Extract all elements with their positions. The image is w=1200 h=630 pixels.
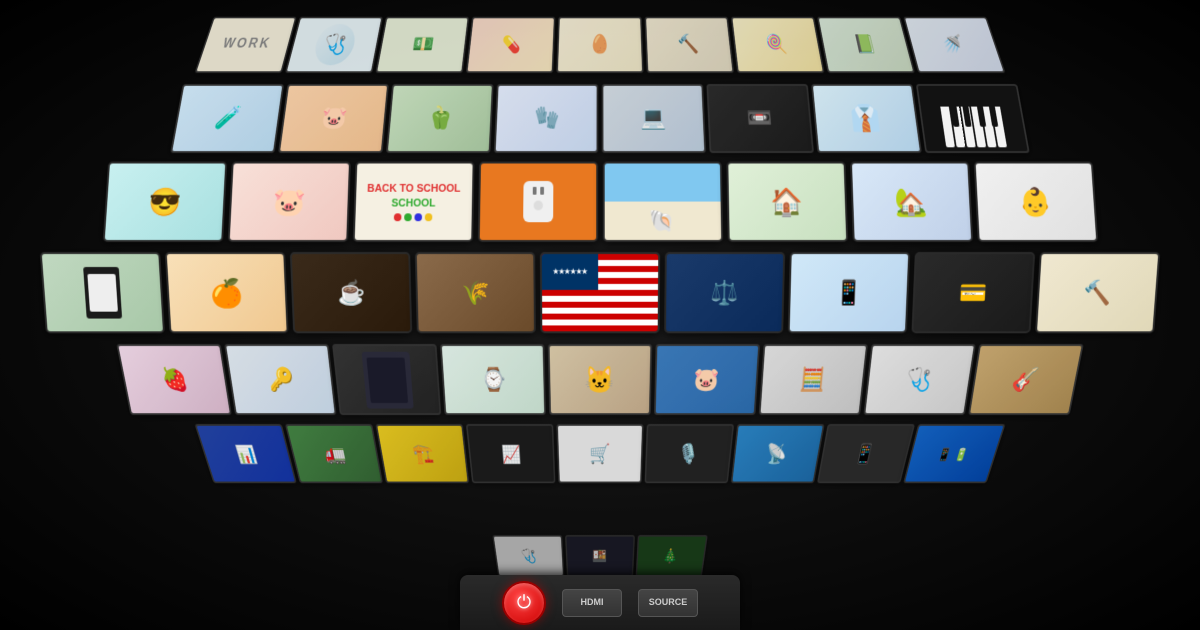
screen-stethoscope: 🩺: [863, 344, 975, 415]
screen-scale: 📊: [194, 424, 296, 483]
source-button[interactable]: SOURCE: [638, 589, 698, 617]
screen-piano: [916, 84, 1030, 153]
screen-medical: 🩺: [285, 17, 383, 73]
screen-phone-battery: 📱 🔋: [903, 424, 1005, 483]
screen-orange-plug: [477, 162, 597, 242]
work-text: WORK: [221, 37, 273, 52]
screen-sushi: 🍱: [565, 535, 635, 577]
screen-laptop: 💻: [602, 84, 706, 153]
screen-coffee-grinder: ☕: [290, 252, 412, 333]
screen-blood-pressure: 🩺: [492, 535, 564, 577]
power-button[interactable]: [502, 581, 546, 625]
screen-model-house: 🏡: [850, 162, 973, 242]
screen-guitar: 🎸: [968, 344, 1084, 415]
screen-microphone: 🎙️: [645, 424, 735, 483]
screen-doctor-watch: ⌚: [440, 344, 546, 415]
screen-justice: ⚖️: [664, 252, 785, 333]
screen-piggy: 🐷: [227, 162, 350, 242]
screen-orange-pig: 🐷: [278, 84, 389, 153]
screen-christmas: 🎄: [636, 535, 708, 577]
screen-remote: 📱: [817, 424, 915, 483]
screen-stocks: 📈: [466, 424, 556, 483]
screen-oranges: 🍊: [165, 252, 289, 333]
screen-cat: 🐱: [548, 344, 652, 415]
screen-seeds: 🌾: [415, 252, 536, 333]
video-wall: WORK 🩺 💵 💊 🥚 🔨 🍭 📗 🚿: [0, 0, 1200, 630]
screen-hands-house: 🏠: [726, 162, 848, 242]
screen-pills: 💊: [466, 17, 556, 73]
screen-plumbing: 🚿: [903, 17, 1005, 73]
screen-wifi-tablet: 📱: [788, 252, 910, 333]
screen-router: 📡: [731, 424, 825, 483]
screen-cassette: 📼: [706, 84, 814, 153]
screen-dark-tablet: [332, 344, 441, 415]
hdmi-button[interactable]: HDMI: [562, 589, 622, 617]
back-to-school-text: BACK TO SCHOOL SCHOOL: [366, 182, 460, 210]
screen-coins: 🍭: [731, 17, 825, 73]
screen-lab: 🧪: [170, 84, 284, 153]
screen-forklift: 🏗️: [375, 424, 469, 483]
screen-gavel2: 🔨: [1035, 252, 1160, 333]
screen-medical2: 🧤: [494, 84, 598, 153]
screen-us-flag: ★★★★★★: [540, 252, 660, 333]
screen-back-to-school: BACK TO SCHOOL SCHOOL: [352, 162, 474, 242]
screen-piggy-blue: 🐷: [654, 344, 760, 415]
screen-eggs: 🥚: [556, 17, 643, 73]
hdmi-label: HDMI: [581, 597, 604, 608]
source-label: SOURCE: [649, 597, 688, 608]
screen-calculator: 🧮: [759, 344, 868, 415]
screen-vegetables: 🫑: [386, 84, 494, 153]
screen-raspberries: 🍓: [116, 344, 232, 415]
screen-work: WORK: [194, 17, 296, 73]
screen-keyring: 🔑: [224, 344, 336, 415]
screen-baby: 👶: [973, 162, 1097, 242]
screen-ereader: [40, 252, 165, 333]
screen-sunglasses-pig: 😎: [102, 162, 226, 242]
iron-icon: 👔: [849, 103, 882, 133]
control-bar: HDMI SOURCE: [460, 575, 740, 630]
screen-book: 📗: [817, 17, 915, 73]
screen-garbage-truck: 🚛: [285, 424, 383, 483]
screen-money: 💵: [375, 17, 469, 73]
screen-gavel: 🔨: [645, 17, 735, 73]
screen-beach: 🐚: [602, 162, 722, 242]
screen-iron: 👔: [811, 84, 922, 153]
screen-shopping-cart: 🛒: [556, 424, 643, 483]
screen-payment: 💳: [911, 252, 1035, 333]
